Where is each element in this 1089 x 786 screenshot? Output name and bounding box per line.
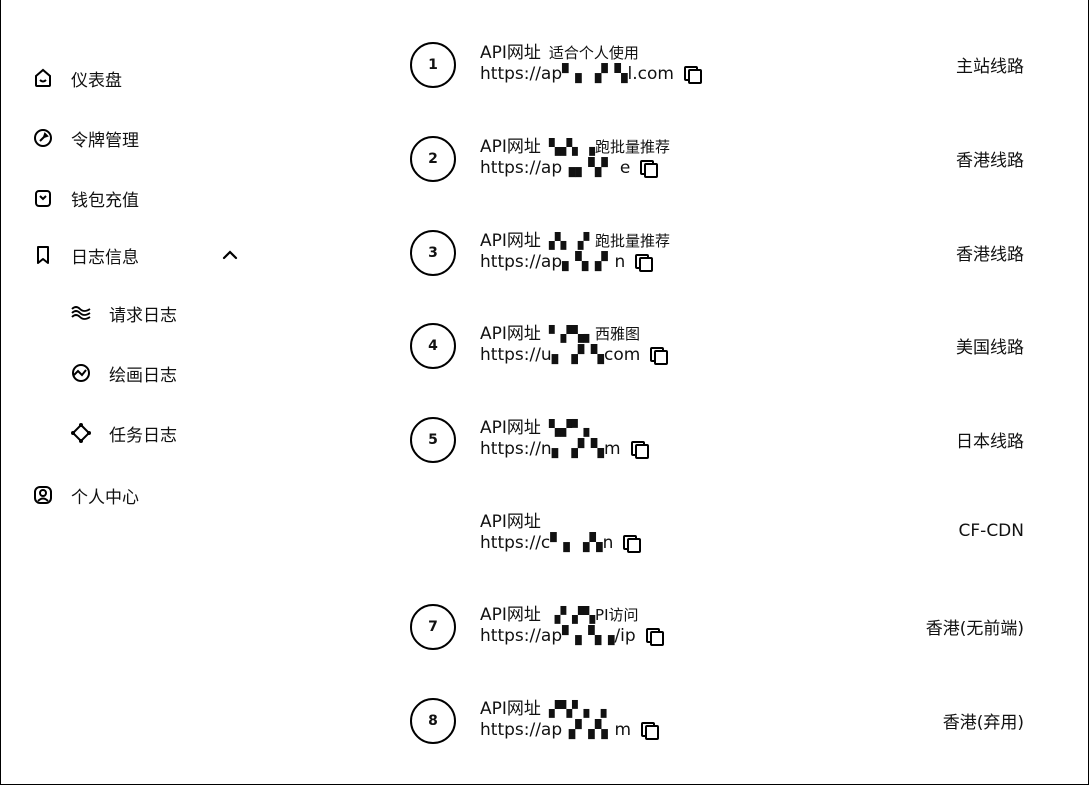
sidebar-item-label: 个人中心 [71, 487, 139, 508]
api-url: https://ap▘▖▗▘▚l.com [480, 64, 674, 84]
api-row: 8 API网址 ▞▚▘▖▗ https://ap▗▘▞▖m 香港(弃用) [410, 694, 1030, 754]
sidebar-subitem-label: 请求日志 [109, 305, 177, 326]
row-badge [410, 511, 456, 557]
sidebar-item-dashboard[interactable]: 仪表盘 [32, 62, 122, 94]
api-desc: ▚▞▘▖ [548, 419, 596, 437]
sidebar-item-label: 令牌管理 [71, 130, 139, 151]
api-url: https://ap▗▘▞▖m [480, 720, 631, 740]
api-row: 1 API网址 适合个人使用 https://ap▘▖▗▘▚l.com 主站线路 [410, 38, 1030, 98]
sidebar-item-tokens[interactable]: 令牌管理 [32, 122, 139, 154]
copy-icon[interactable] [640, 160, 659, 178]
wallet-icon [32, 187, 54, 209]
api-title: API网址 [480, 231, 541, 251]
api-row: 2 API网址 ▚▞▖▗跑批量推荐 https://ap▗▖▚▘ e 香港线路 [410, 132, 1030, 192]
api-row: 4 API网址 ▘▞▚▖西雅图 https://u▖▗▘▚com 美国线路 [410, 319, 1030, 379]
key-icon [32, 127, 54, 149]
waves-icon [70, 302, 92, 324]
row-badge: 1 [410, 42, 456, 88]
api-title: API网址 [480, 605, 541, 625]
copy-icon[interactable] [641, 722, 659, 740]
api-row: API网址 https://c▘▖▗▚n CF-CDN [410, 507, 1030, 567]
sidebar-item-logs[interactable]: 日志信息 [32, 239, 139, 271]
sidebar-subitem-task-logs[interactable]: 任务日志 [70, 417, 177, 449]
api-url: https://n▖▗▘▚m [480, 439, 621, 459]
api-title: API网址 [480, 699, 541, 719]
copy-icon[interactable] [635, 254, 654, 272]
copy-icon[interactable] [650, 347, 669, 365]
copy-icon[interactable] [645, 628, 664, 646]
api-title: API网址 [480, 418, 541, 438]
row-badge: 8 [410, 698, 456, 744]
sidebar-item-wallet[interactable]: 钱包充值 [32, 182, 139, 214]
user-icon [32, 484, 54, 506]
route-label: CF-CDN [958, 521, 1024, 541]
nodes-icon [70, 422, 92, 444]
api-desc: ▗▘▞▚PI访问 [548, 606, 639, 624]
api-url: https://ap▖▚▗▘n [480, 252, 626, 272]
route-label: 香港线路 [956, 245, 1024, 265]
api-url: https://u▖▗▘▚com [480, 345, 641, 365]
route-label: 香港(弃用) [942, 713, 1024, 733]
api-row: 5 API网址 ▚▞▘▖ https://n▖▗▘▚m 日本线路 [410, 413, 1030, 473]
dashboard-icon [32, 67, 54, 89]
route-label: 美国线路 [956, 338, 1024, 358]
route-label: 香港线路 [956, 151, 1024, 171]
api-desc: ▚▞▖▗跑批量推荐 [548, 138, 671, 156]
row-badge: 7 [410, 604, 456, 650]
sidebar-item-label: 仪表盘 [71, 70, 122, 91]
api-desc: ▞▖▗▘跑批量推荐 [548, 232, 671, 250]
sidebar-item-label: 钱包充值 [71, 190, 139, 211]
row-badge: 2 [410, 136, 456, 182]
api-title: API网址 [480, 512, 541, 532]
api-row: 7 API网址 ▗▘▞▚PI访问 https://ap▘▖▚▗/ip 香港(无前端… [410, 600, 1030, 660]
row-badge: 3 [410, 230, 456, 276]
bookmark-icon [32, 244, 54, 266]
api-desc: ▞▚▘▖▗ [548, 700, 607, 718]
api-url: https://ap▗▖▚▘ e [480, 158, 631, 178]
copy-icon[interactable] [630, 441, 649, 459]
api-title: API网址 [480, 324, 541, 344]
api-title: API网址 [480, 43, 541, 63]
row-badge: 5 [410, 417, 456, 463]
sidebar: 仪表盘 令牌管理 钱包充值 日志信息 请求日志 绘画日志 任务日志 个人中心 [0, 0, 260, 786]
api-url: https://ap▘▖▚▗/ip [480, 626, 636, 646]
route-label: 香港(无前端) [925, 619, 1024, 639]
copy-icon[interactable] [623, 535, 642, 553]
api-desc: ▘▞▚▖西雅图 [548, 325, 641, 343]
chevron-up-icon[interactable] [220, 245, 240, 265]
route-label: 日本线路 [956, 432, 1024, 452]
api-title: API网址 [480, 137, 541, 157]
sidebar-subitem-drawing-logs[interactable]: 绘画日志 [70, 357, 177, 389]
row-badge: 4 [410, 323, 456, 369]
api-desc: 适合个人使用 [548, 44, 639, 62]
sidebar-item-label: 日志信息 [71, 247, 139, 268]
chart-circle-icon [70, 362, 92, 384]
sidebar-subitem-label: 任务日志 [109, 425, 177, 446]
sidebar-subitem-label: 绘画日志 [109, 365, 177, 386]
sidebar-item-profile[interactable]: 个人中心 [32, 479, 139, 511]
api-url: https://c▘▖▗▚n [480, 533, 614, 553]
route-label: 主站线路 [956, 57, 1024, 77]
api-row: 3 API网址 ▞▖▗▘跑批量推荐 https://ap▖▚▗▘n 香港线路 [410, 226, 1030, 286]
sidebar-subitem-request-logs[interactable]: 请求日志 [70, 297, 177, 329]
copy-icon[interactable] [683, 66, 702, 84]
